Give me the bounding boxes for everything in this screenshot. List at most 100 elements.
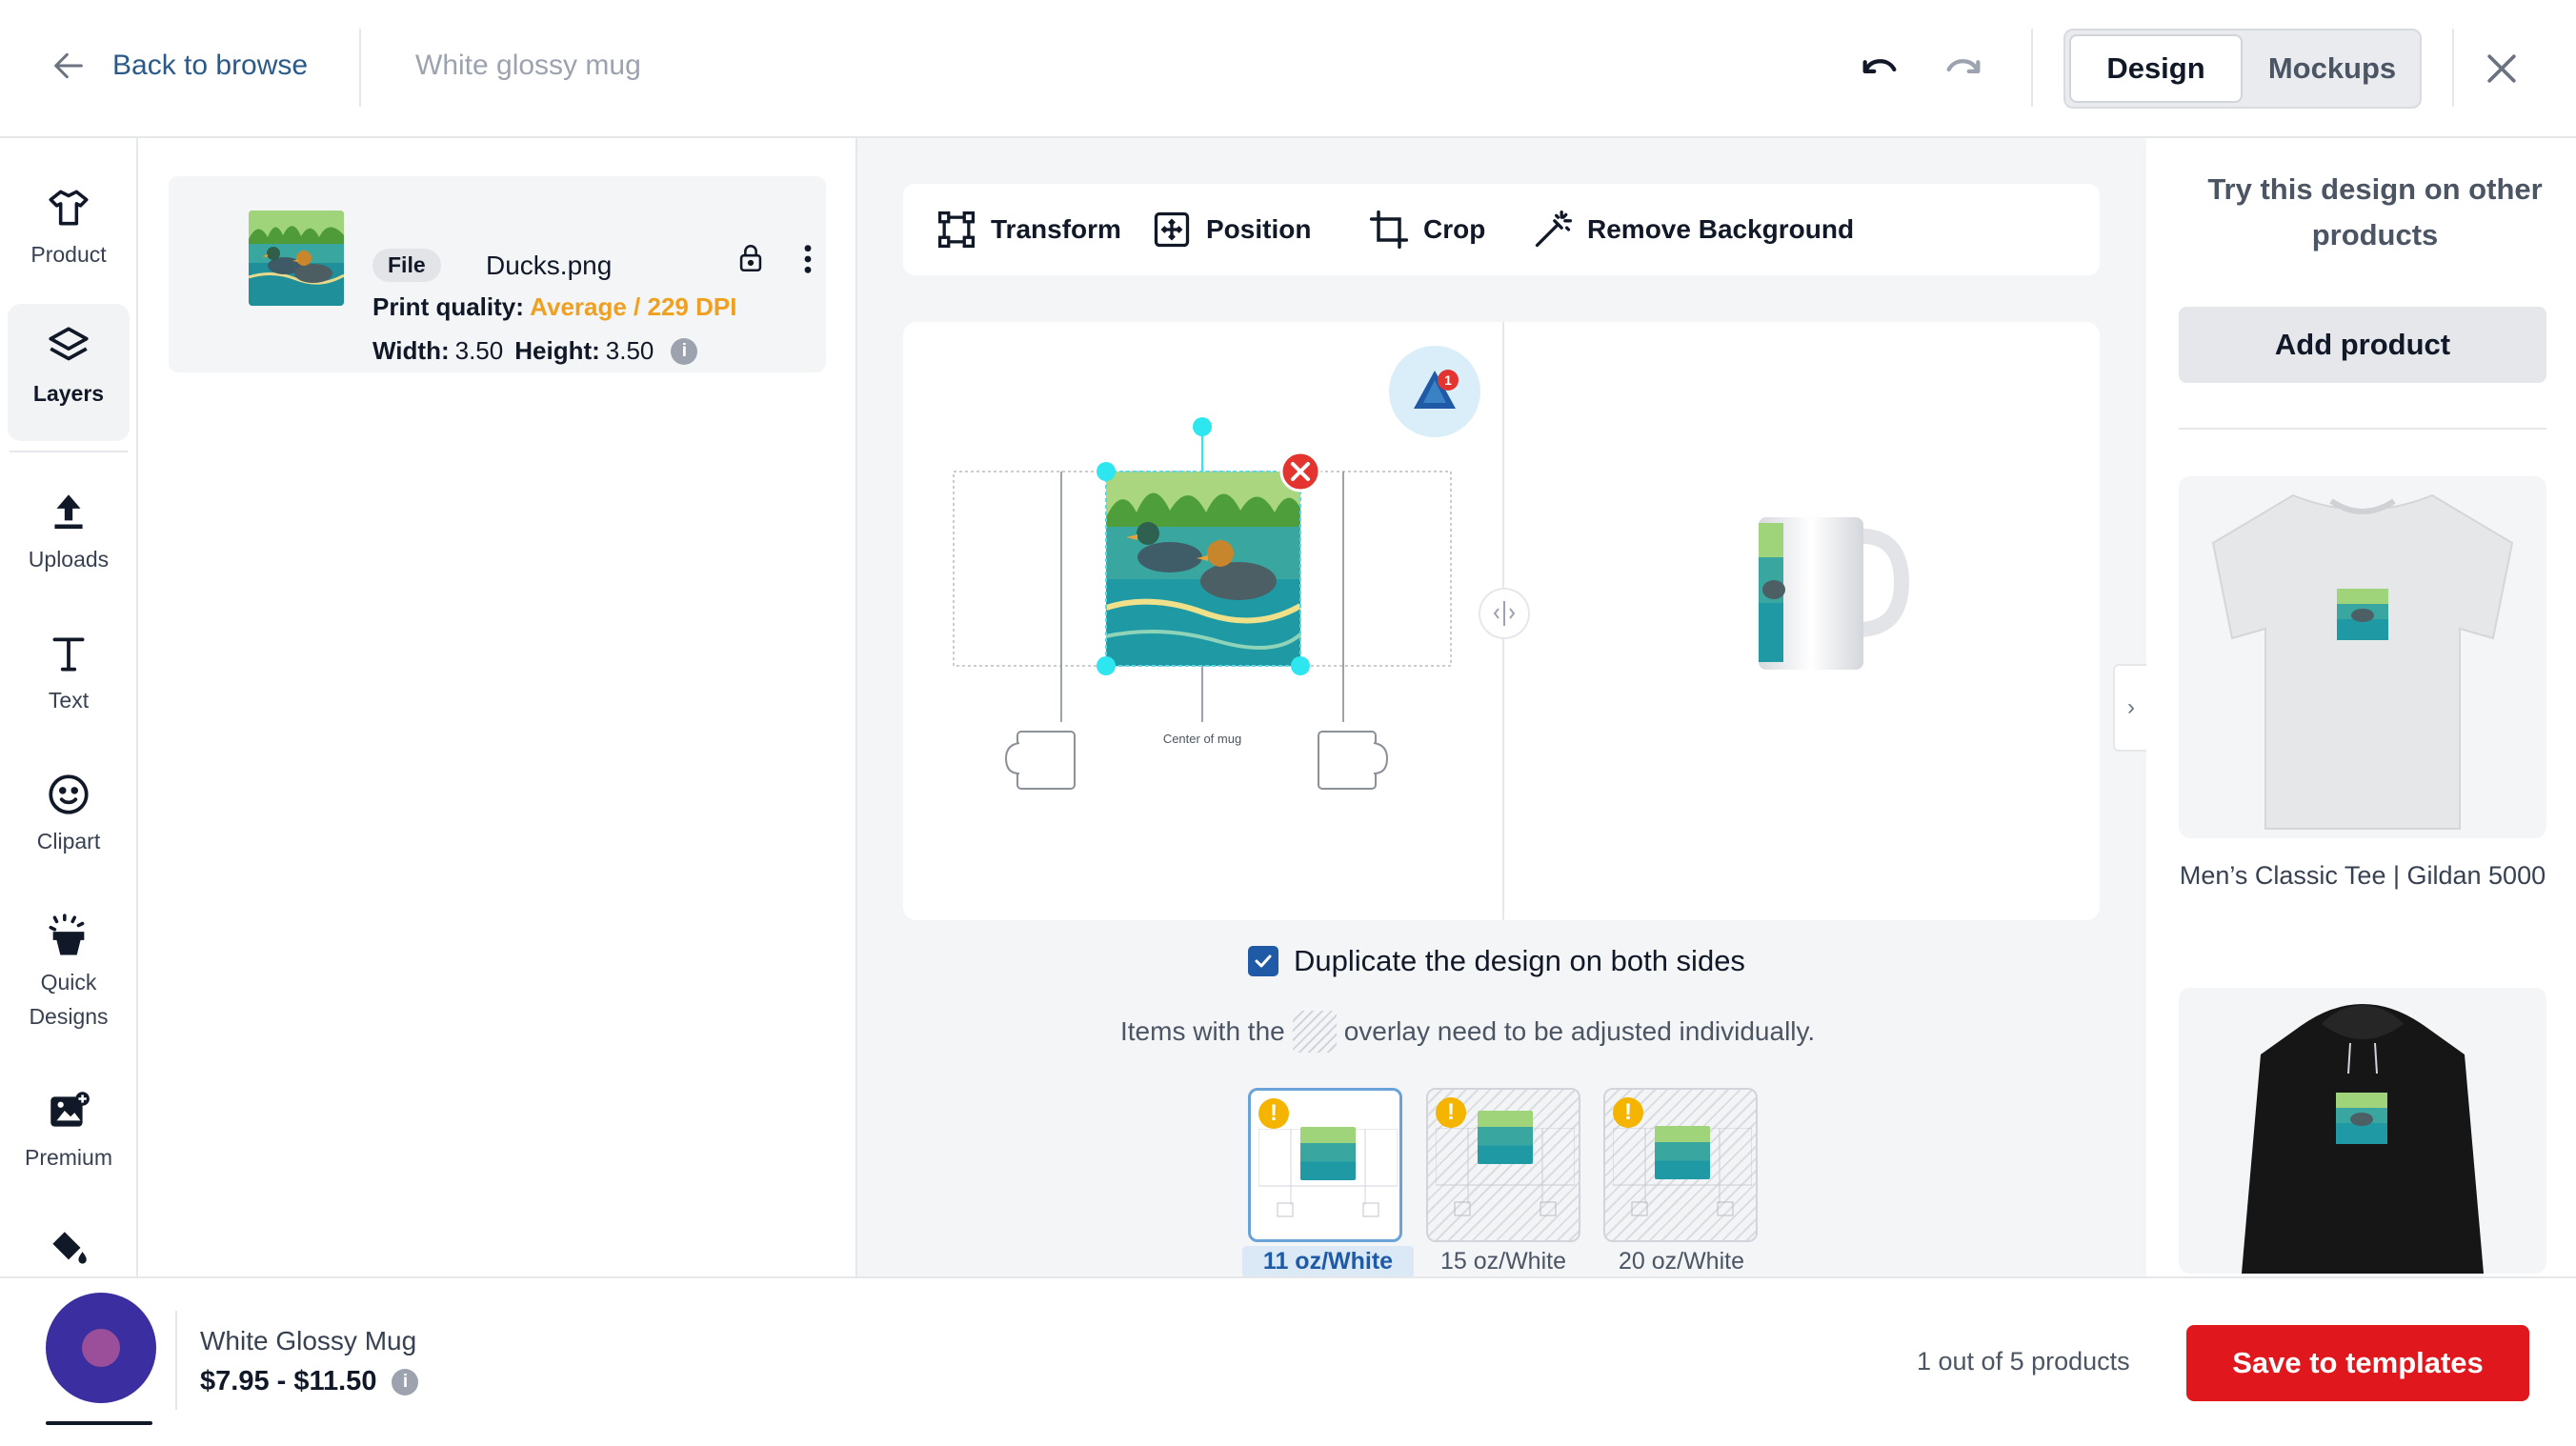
- file-badge: File: [372, 249, 441, 282]
- delete-layer-button[interactable]: [1279, 451, 1321, 492]
- hatch-swatch: [1292, 1011, 1337, 1053]
- design-canvas: Center of mug 1: [903, 322, 2100, 920]
- layers-icon: [49, 327, 89, 361]
- upload-icon: [54, 494, 83, 530]
- bottom-divider: [175, 1311, 177, 1410]
- header-divider: [2452, 29, 2454, 107]
- position-button[interactable]: Position: [1151, 207, 1311, 252]
- chevron-right-icon: ›: [2127, 694, 2135, 720]
- variant-label[interactable]: 15 oz/White: [1418, 1248, 1589, 1275]
- variant-label[interactable]: 20 oz/White: [1596, 1248, 1767, 1275]
- more-vertical-icon[interactable]: [801, 243, 815, 275]
- crop-icon: [1369, 210, 1409, 250]
- rail-item-clipart[interactable]: Clipart: [8, 771, 130, 858]
- variant-design-image: [1655, 1126, 1710, 1179]
- hoodie-image: [2242, 1004, 2484, 1274]
- redo-icon: [1946, 59, 1981, 73]
- rail-item-uploads[interactable]: Uploads: [8, 489, 130, 576]
- width-value: 3.50: [454, 336, 504, 365]
- transform-button[interactable]: Transform: [936, 207, 1121, 252]
- other-products-panel: Try this design on other products Add pr…: [2146, 138, 2576, 1276]
- tool-label: Transform: [991, 214, 1121, 244]
- rail-label: Product: [30, 242, 107, 267]
- rail-item-premium[interactable]: Premium: [8, 1087, 130, 1175]
- mockups-mode-button[interactable]: Mockups: [2246, 34, 2418, 103]
- rail-label: Layers: [32, 381, 105, 406]
- tool-rail: Product Layers Uploads Text Clipart Quic…: [0, 138, 138, 1276]
- transform-icon: [937, 211, 976, 249]
- lock-icon[interactable]: [735, 241, 767, 275]
- height-label: Height:: [514, 336, 600, 365]
- header-divider: [359, 29, 361, 107]
- smiley-icon: [49, 774, 89, 814]
- active-indicator: [46, 1421, 152, 1425]
- top-header: Back to browse White glossy mug Design M…: [0, 0, 2576, 138]
- split-drag-handle[interactable]: [1479, 588, 1530, 639]
- product-thumbnail-avatar[interactable]: [46, 1293, 156, 1403]
- variant-15oz[interactable]: !: [1426, 1088, 1580, 1242]
- layer-card[interactable]: File Ducks.png Print quality: Average / …: [169, 176, 826, 372]
- header-divider: [2031, 29, 2033, 107]
- back-to-browse-link[interactable]: Back to browse: [50, 42, 308, 90]
- edit-toolbar: Transform Position Crop Remove Backgroun…: [903, 184, 2100, 275]
- print-warning-button[interactable]: 1: [1389, 346, 1480, 437]
- warning-icon: !: [1613, 1097, 1643, 1128]
- width-label: Width:: [372, 336, 450, 365]
- quality-value: Average / 229 DPI: [530, 292, 737, 321]
- overlay-note: Items with the overlay need to be adjust…: [1120, 1011, 1815, 1053]
- paint-bucket-icon: [52, 1232, 87, 1264]
- collapse-panel-button[interactable]: ›: [2113, 664, 2147, 752]
- product-card-tee[interactable]: [2179, 476, 2546, 838]
- layer-thumbnail: [249, 211, 344, 306]
- design-mode-button[interactable]: Design: [2069, 34, 2243, 103]
- close-icon: [2487, 54, 2516, 83]
- rail-label: Premium: [24, 1145, 112, 1170]
- position-icon: [1154, 211, 1190, 248]
- add-product-button[interactable]: Add product: [2179, 307, 2546, 383]
- try-other-products-title: Try this design on other products: [2207, 172, 2543, 251]
- warning-count: 1: [1444, 372, 1452, 388]
- shirt-icon: [49, 190, 89, 226]
- rail-item-layers[interactable]: Layers: [8, 304, 130, 441]
- tool-label: Remove Background: [1587, 214, 1855, 244]
- variant-design-image: [1300, 1127, 1356, 1180]
- layer-dimensions: Width: 3.50 Height: 3.50 i: [372, 336, 698, 366]
- undo-button[interactable]: [1856, 46, 1903, 90]
- warning-icon: !: [1258, 1098, 1289, 1129]
- duplicate-both-sides-option[interactable]: Duplicate the design on both sides: [1248, 944, 1745, 978]
- variant-11oz[interactable]: !: [1248, 1088, 1402, 1242]
- bottom-bar: White Glossy Mug $7.95 - $11.50 i 1 out …: [0, 1276, 2576, 1446]
- rail-item-quick-designs[interactable]: Quick Designs: [8, 912, 130, 1034]
- warning-triangle-icon: 1: [1414, 370, 1459, 409]
- magic-wand-icon: [1535, 211, 1572, 248]
- panel-divider: [2179, 428, 2546, 430]
- price-info-icon[interactable]: i: [392, 1368, 419, 1396]
- duplicate-label: Duplicate the design on both sides: [1294, 944, 1745, 977]
- warning-icon: !: [1436, 1097, 1466, 1128]
- product-card-label: Men’s Classic Tee | Gildan 5000: [2179, 861, 2546, 890]
- rail-item-text[interactable]: Text: [8, 630, 130, 717]
- redo-button[interactable]: [1940, 46, 1987, 90]
- price-range: $7.95 - $11.50 i: [200, 1366, 419, 1397]
- info-icon[interactable]: i: [671, 337, 698, 365]
- rail-label: Uploads: [28, 547, 110, 572]
- remove-background-button[interactable]: Remove Background: [1532, 207, 1854, 252]
- drag-handle-icon: [1493, 601, 1516, 626]
- variant-label[interactable]: 11 oz/White: [1242, 1246, 1414, 1277]
- duplicate-checkbox[interactable]: [1248, 946, 1278, 976]
- premium-image-icon: [50, 1092, 90, 1127]
- variant-20oz[interactable]: !: [1603, 1088, 1758, 1242]
- product-card-hoodie[interactable]: [2179, 988, 2546, 1274]
- product-title: White glossy mug: [415, 50, 641, 81]
- rail-item-product[interactable]: Product: [8, 184, 130, 271]
- height-value: 3.50: [605, 336, 654, 365]
- crop-button[interactable]: Crop: [1368, 207, 1485, 252]
- back-label: Back to browse: [112, 50, 309, 81]
- layers-panel: File Ducks.png Print quality: Average / …: [138, 138, 857, 1276]
- overlay-note-before: Items with the: [1120, 1016, 1285, 1046]
- ducks-design[interactable]: [1105, 471, 1302, 667]
- close-button[interactable]: [2481, 48, 2523, 90]
- rail-item-fill[interactable]: [8, 1226, 130, 1279]
- save-to-templates-button[interactable]: Save to templates: [2186, 1325, 2529, 1401]
- variant-design-image: [1478, 1111, 1533, 1164]
